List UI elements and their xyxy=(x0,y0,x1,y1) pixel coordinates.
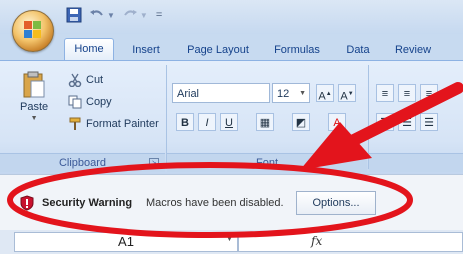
align-center-button[interactable]: ☰ xyxy=(398,113,416,131)
borders-button[interactable]: ▦ xyxy=(256,113,274,131)
font-group-label: Font xyxy=(167,153,367,172)
undo-icon[interactable] xyxy=(88,7,106,23)
bold-button[interactable]: B xyxy=(176,113,194,131)
font-color-button[interactable]: A xyxy=(328,113,346,131)
shrink-font-button[interactable]: A▼ xyxy=(338,84,356,103)
font-size-field[interactable]: 12 ▼ xyxy=(272,83,310,103)
format-painter-icon xyxy=(69,117,81,130)
ribbon-tabs: Home Insert Page Layout Formulas Data Re… xyxy=(0,34,463,61)
shield-warning-icon xyxy=(20,195,34,211)
copy-icon xyxy=(68,95,82,109)
paste-button[interactable]: Paste ▼ xyxy=(20,71,48,122)
cut-label: Cut xyxy=(86,74,104,86)
align-bottom-button[interactable]: ≡ xyxy=(420,84,438,102)
security-warning-title: Security Warning xyxy=(42,197,133,209)
tab-data[interactable]: Data xyxy=(340,40,376,60)
paste-icon xyxy=(23,71,45,98)
formula-input[interactable]: fx xyxy=(238,232,463,252)
options-button[interactable]: Options... xyxy=(296,191,376,215)
formula-bar: A1 ▼ fx xyxy=(0,230,463,254)
redo-icon[interactable] xyxy=(121,7,139,23)
tab-formulas[interactable]: Formulas xyxy=(266,40,328,60)
qat-separator[interactable]: = xyxy=(156,9,162,21)
underline-button[interactable]: U xyxy=(220,113,238,131)
align-top-button[interactable]: ≡ xyxy=(376,84,394,102)
cut-button[interactable]: Cut xyxy=(68,73,103,87)
office-button-icon xyxy=(24,21,41,38)
tab-insert[interactable]: Insert xyxy=(124,40,168,60)
tab-page-layout[interactable]: Page Layout xyxy=(178,40,258,60)
chevron-down-icon[interactable]: ▼ xyxy=(140,11,148,20)
format-painter-button[interactable]: Format Painter xyxy=(68,117,159,131)
security-warning-bar: Security Warning Macros have been disabl… xyxy=(0,174,463,232)
ribbon: Paste ▼ Cut Copy Format Painter Clipboar… xyxy=(0,60,463,175)
font-name-field[interactable]: Arial xyxy=(172,83,270,103)
align-middle-button[interactable]: ≡ xyxy=(398,84,416,102)
fill-color-button[interactable]: ◩ xyxy=(292,113,310,131)
grow-font-button[interactable]: A▲ xyxy=(316,84,334,103)
dialog-launcher-icon[interactable]: ↘ xyxy=(149,158,159,168)
fx-icon[interactable]: fx xyxy=(311,234,322,248)
name-box[interactable]: A1 xyxy=(14,232,238,252)
save-icon[interactable] xyxy=(66,7,82,23)
italic-button[interactable]: I xyxy=(198,113,216,131)
align-left-button[interactable]: ☰ xyxy=(376,113,394,131)
copy-label: Copy xyxy=(86,96,112,108)
tab-review[interactable]: Review xyxy=(388,40,438,60)
chevron-down-icon[interactable]: ▼ xyxy=(31,115,38,122)
chevron-down-icon[interactable]: ▼ xyxy=(299,84,306,104)
office-button[interactable] xyxy=(12,10,54,52)
quick-access-toolbar: ▼ ▼ = xyxy=(66,6,162,24)
security-warning-message: Macros have been disabled. xyxy=(146,197,284,209)
chevron-down-icon[interactable]: ▼ xyxy=(107,11,115,20)
paste-label: Paste xyxy=(20,101,49,113)
clipboard-group-label: Clipboard ↘ xyxy=(0,153,165,172)
tab-home[interactable]: Home xyxy=(64,38,114,61)
format-painter-label: Format Painter xyxy=(86,118,159,130)
title-bar: ▼ ▼ = xyxy=(0,0,463,34)
cut-icon xyxy=(68,73,82,87)
alignment-group-label xyxy=(369,153,463,172)
copy-button[interactable]: Copy xyxy=(68,95,112,109)
align-right-button[interactable]: ☰ xyxy=(420,113,438,131)
chevron-down-icon[interactable]: ▼ xyxy=(226,236,233,243)
